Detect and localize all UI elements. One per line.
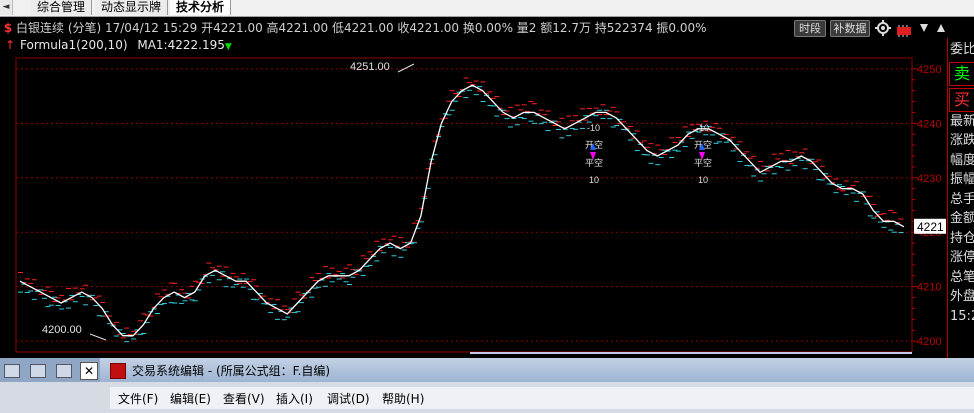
quote-panel-item: 总笔 xyxy=(950,269,974,285)
y-tick-label: 4200 xyxy=(917,336,941,348)
window-icon-3 xyxy=(56,364,72,378)
quote-panel-item: 幅度 xyxy=(950,152,974,168)
quote-panel-item: 15:29 xyxy=(950,308,974,324)
window-icon xyxy=(4,364,20,378)
signal2-top-label: -10 xyxy=(696,123,709,133)
signal2-bottom-label: 10 xyxy=(698,175,708,185)
editor-title-bar[interactable]: 交易系统编辑 - (所属公式组：F.自编) xyxy=(100,358,974,382)
chart-annotations: 4251.004200.00-10开空平空10-10开空平空10 xyxy=(42,61,912,354)
ma-line xyxy=(19,84,905,337)
menu-file[interactable]: 文件(F) xyxy=(118,390,158,407)
quote-panel-item: 涨跌 xyxy=(950,133,974,148)
signal1-bottom-label: 10 xyxy=(589,175,599,185)
close-icon[interactable]: ✕ xyxy=(80,362,98,380)
y-axis: 4250424042304220421042004221 xyxy=(911,58,946,352)
chart-grid xyxy=(15,57,913,353)
quote-panel-item: 总手 xyxy=(950,191,974,207)
menu-edit[interactable]: 编辑(E) xyxy=(170,390,211,407)
quote-panel-item: 金额 xyxy=(950,211,974,226)
quote-panel-item: 涨停 xyxy=(950,250,974,265)
price-chart[interactable]: 4250424042304220421042004221 4251.004200… xyxy=(0,0,974,413)
editor-title: 交易系统编辑 - (所属公式组：F.自编) xyxy=(132,364,331,378)
menu-debug[interactable]: 调试(D) xyxy=(327,390,370,407)
price-bars xyxy=(18,77,904,343)
quote-panel: 委比卖买最新涨跌幅度振幅总手金额持仓涨停总笔外盘 15:29 xyxy=(947,38,974,384)
signal2-close-label: 平空 xyxy=(694,157,712,168)
quote-panel-item: 买 xyxy=(949,87,974,112)
editor-menubar: 文件(F) 编辑(E) 查看(V) 插入(I) 调试(D) 帮助(H) xyxy=(110,387,974,409)
editor-app-icon xyxy=(110,363,126,379)
y-tick-label: 4230 xyxy=(917,173,941,185)
quote-panel-item: 持仓 xyxy=(950,230,974,246)
signal1-close-label: 平空 xyxy=(585,157,603,168)
low-label: 4200.00 xyxy=(42,324,82,336)
window-icon-2 xyxy=(30,364,46,378)
y-tick-label: 4240 xyxy=(917,118,941,130)
low-pointer xyxy=(89,333,107,341)
quote-panel-item: 最新 xyxy=(950,113,974,129)
editor-left-strip: ✕ xyxy=(0,358,100,382)
quote-panel-item: 外盘 xyxy=(950,289,974,304)
quote-panel-item: 卖 xyxy=(949,61,974,86)
menu-insert[interactable]: 插入(I) xyxy=(276,390,313,407)
y-tick-label: 4210 xyxy=(917,282,941,294)
high-label: 4251.00 xyxy=(350,61,390,73)
chart-frame xyxy=(15,57,913,353)
quote-panel-item: 委比 xyxy=(950,42,974,57)
y-tick-label: 4250 xyxy=(917,64,941,76)
current-price-label: 4221 xyxy=(917,220,944,234)
high-pointer xyxy=(397,63,415,73)
quote-panel-item: 振幅 xyxy=(950,172,974,187)
menu-view[interactable]: 查看(V) xyxy=(223,390,265,407)
signal1-top-label: -10 xyxy=(587,123,600,133)
menu-help[interactable]: 帮助(H) xyxy=(382,390,424,407)
